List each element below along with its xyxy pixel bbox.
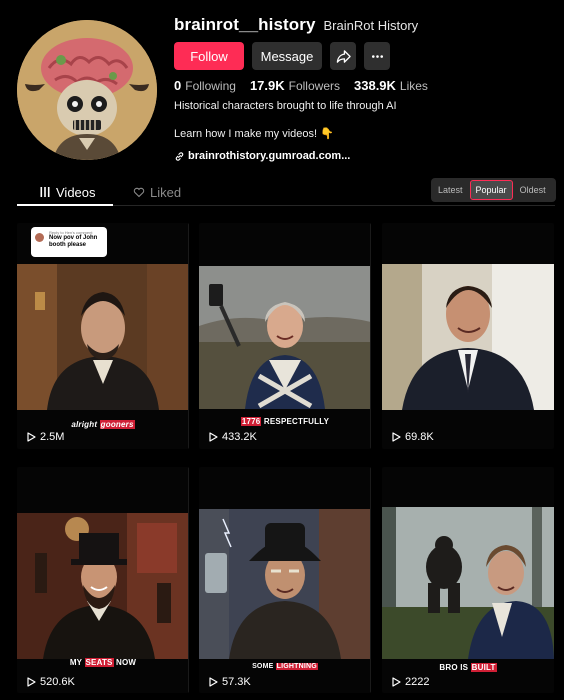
reply-sticker: Reply to Hen's comment Now pov of John b… xyxy=(31,227,107,257)
caption-highlight: LIGHTNING xyxy=(275,663,318,670)
avatar[interactable] xyxy=(17,20,157,160)
video-card[interactable]: Reply to Hen's comment Now pov of John b… xyxy=(17,223,189,449)
video-card[interactable]: SOME LIGHTNING 57.3K xyxy=(199,467,371,693)
play-icon xyxy=(209,677,218,687)
caption-highlight: BUILT xyxy=(470,663,497,672)
tab-liked-label: Liked xyxy=(150,184,182,200)
profile-link-text: brainrothistory.gumroad.com... xyxy=(188,150,351,162)
sort-oldest[interactable]: Oldest xyxy=(515,180,551,200)
sort-toggle: Latest Popular Oldest xyxy=(431,178,556,202)
video-caption: SOME LIGHTNING xyxy=(199,663,371,670)
caption-text: RESPECTFULLY xyxy=(263,417,330,426)
video-card[interactable]: 1776 RESPECTFULLY 433.2K xyxy=(199,223,371,449)
caption-text: MY xyxy=(69,658,83,667)
share-button[interactable] xyxy=(330,42,356,70)
caption-highlight: SEATS xyxy=(84,658,114,667)
followers-count: 17.9K xyxy=(249,78,285,93)
video-thumbnail xyxy=(199,266,371,409)
card-edge xyxy=(188,467,189,693)
video-caption: alright gooners xyxy=(17,420,189,429)
video-card[interactable]: BRO IS BUILT 2222 xyxy=(382,467,554,693)
caption-text: BRO IS xyxy=(439,663,469,672)
video-caption: MY SEATS NOW xyxy=(17,658,189,667)
view-count: 520.6K xyxy=(27,676,75,688)
followers-label: Followers xyxy=(288,79,340,93)
username: brainrot__history xyxy=(174,15,316,34)
view-count-value: 2.5M xyxy=(40,431,65,443)
view-count: 57.3K xyxy=(209,676,251,688)
view-count: 69.8K xyxy=(392,431,434,443)
play-icon xyxy=(209,432,218,442)
active-tab-indicator xyxy=(17,204,113,206)
view-count-value: 433.2K xyxy=(222,431,257,443)
grid-icon xyxy=(40,187,50,197)
follow-button[interactable]: Follow xyxy=(174,42,244,70)
caption-text: SOME xyxy=(252,663,274,670)
followers-stat[interactable]: 17.9K Followers xyxy=(250,78,340,93)
likes-stat: 338.9K Likes xyxy=(354,78,428,93)
caption-text-2: NOW xyxy=(116,658,137,667)
profile-link[interactable]: brainrothistory.gumroad.com... xyxy=(174,150,350,162)
profile-stats: 0 Following 17.9K Followers 338.9K Likes xyxy=(174,78,428,93)
card-edge xyxy=(188,223,189,449)
card-edge xyxy=(370,467,371,693)
profile-name-row: brainrot__history BrainRot History xyxy=(174,15,418,35)
more-icon xyxy=(371,54,383,58)
view-count: 2222 xyxy=(392,676,429,688)
video-thumbnail xyxy=(382,507,554,659)
commenter-avatar xyxy=(35,233,44,242)
view-count-value: 520.6K xyxy=(40,676,75,688)
video-thumbnail xyxy=(17,264,189,410)
view-count-value: 57.3K xyxy=(222,676,251,688)
video-caption: 1776 RESPECTFULLY xyxy=(199,417,371,426)
play-icon xyxy=(27,432,36,442)
bio-line-2-text: Learn how I make my videos! xyxy=(174,128,318,140)
following-stat[interactable]: 0 Following xyxy=(174,78,236,93)
card-edge xyxy=(370,223,371,449)
caption-text: alright xyxy=(71,420,98,429)
share-icon xyxy=(336,49,351,63)
heart-lock-icon xyxy=(133,187,145,198)
view-count-value: 2222 xyxy=(405,676,430,688)
video-card[interactable]: MY SEATS NOW 520.6K xyxy=(17,467,189,693)
sort-popular[interactable]: Popular xyxy=(469,180,513,200)
bio-line-1: Historical characters brought to life th… xyxy=(174,100,397,112)
play-icon xyxy=(392,432,401,442)
view-count: 433.2K xyxy=(209,431,257,443)
following-count: 0 xyxy=(174,78,182,93)
tab-videos[interactable]: Videos xyxy=(39,178,96,206)
display-name: BrainRot History xyxy=(323,18,419,33)
tab-videos-label: Videos xyxy=(56,184,96,200)
play-icon xyxy=(392,677,401,687)
video-caption: BRO IS BUILT xyxy=(382,663,554,672)
profile-actions: Follow Message xyxy=(174,42,390,70)
video-card[interactable]: 69.8K xyxy=(382,223,554,449)
sort-latest[interactable]: Latest xyxy=(433,180,468,200)
following-label: Following xyxy=(185,79,236,93)
tab-liked[interactable]: Liked xyxy=(133,178,181,206)
view-count: 2.5M xyxy=(27,431,64,443)
video-thumbnail xyxy=(199,509,371,659)
link-icon xyxy=(175,151,184,161)
caption-highlight: gooners xyxy=(99,420,135,429)
play-icon xyxy=(27,677,36,687)
more-button[interactable] xyxy=(364,42,390,70)
caption-highlight: 1776 xyxy=(240,417,262,426)
video-thumbnail xyxy=(382,264,554,410)
view-count-value: 69.8K xyxy=(405,431,434,443)
likes-label: Likes xyxy=(399,79,428,93)
bio-line-2: Learn how I make my videos! 👇 xyxy=(174,127,334,140)
message-button[interactable]: Message xyxy=(252,42,322,70)
likes-count: 338.9K xyxy=(354,78,396,93)
pointing-down-emoji: 👇 xyxy=(320,128,334,140)
video-thumbnail xyxy=(17,513,189,659)
reply-text: Now pov of John booth please xyxy=(49,235,98,248)
